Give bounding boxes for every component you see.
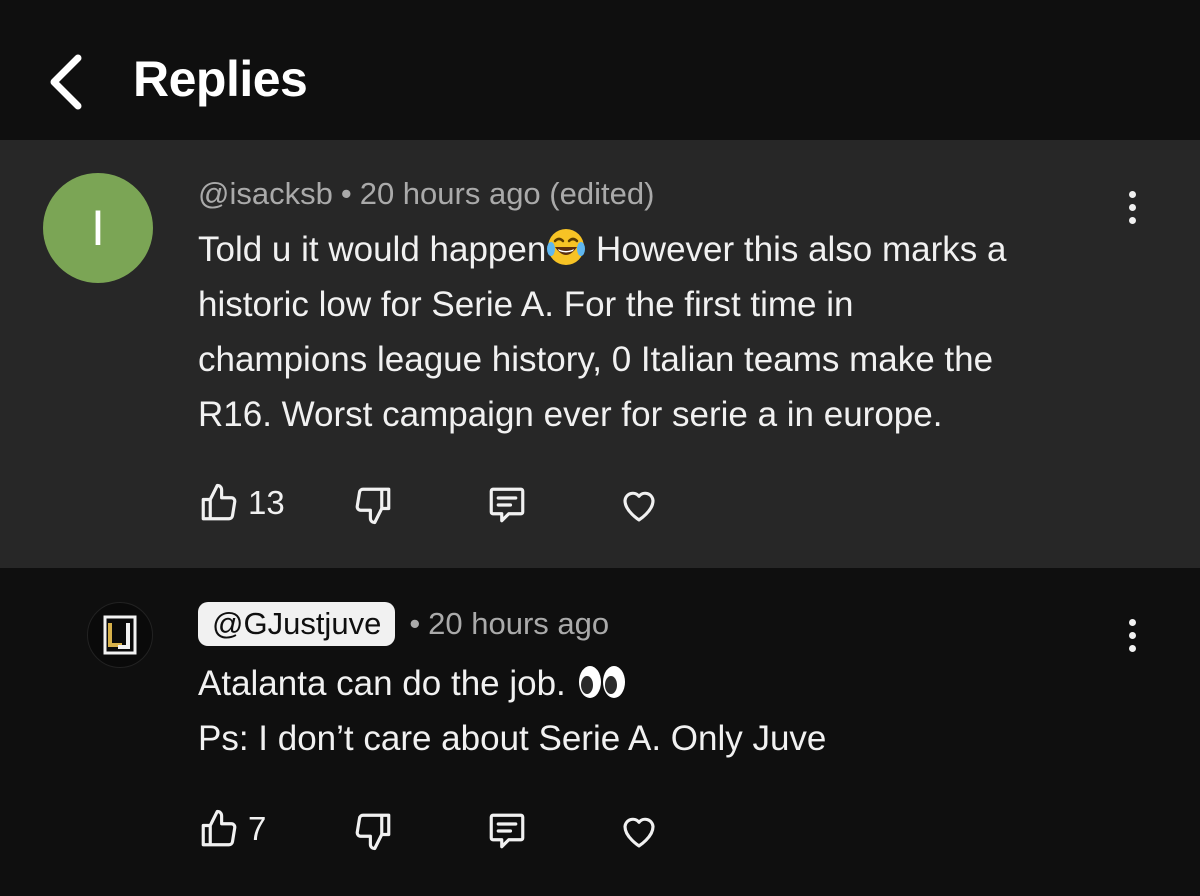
avatar[interactable] xyxy=(87,602,153,668)
heart-icon xyxy=(623,817,655,848)
more-dot xyxy=(1128,631,1136,639)
more-dot xyxy=(1128,190,1136,198)
reply-line: Ps: I don’t care about Serie A. Only Juv… xyxy=(198,719,827,758)
meta-separator: • xyxy=(340,176,352,211)
thumbs-up-icon xyxy=(201,809,237,847)
dislike-button[interactable] xyxy=(352,484,394,526)
reply-button[interactable] xyxy=(486,810,528,852)
header: Replies xyxy=(0,0,1200,140)
like-button[interactable]: 13 xyxy=(198,482,285,524)
reply-line: Atalanta can do the job. xyxy=(198,656,826,711)
comment-line: R16. Worst campaign ever for serie a in … xyxy=(198,395,943,434)
comment-icon xyxy=(489,487,525,523)
avatar-letter: I xyxy=(91,200,105,256)
like-count: 13 xyxy=(248,484,285,521)
comment-text: Told u it would happen However this also… xyxy=(198,222,1006,442)
like-button[interactable]: 7 xyxy=(198,808,266,850)
more-dot xyxy=(1128,203,1136,211)
comment-handle[interactable]: @isacksb xyxy=(198,176,333,211)
more-dot xyxy=(1128,644,1136,652)
reply-time: 20 hours ago xyxy=(428,606,610,641)
eyes-emoji-icon xyxy=(578,666,625,698)
heart-icon xyxy=(623,491,655,522)
reply-meta: @GJustjuve • 20 hours ago xyxy=(198,602,609,646)
more-dot xyxy=(1128,216,1136,224)
thumbs-down-icon xyxy=(355,813,391,851)
heart-button[interactable] xyxy=(617,484,661,526)
dislike-button[interactable] xyxy=(352,810,394,852)
comment-more-button[interactable] xyxy=(1117,182,1147,232)
reply-more-button[interactable] xyxy=(1117,610,1147,660)
comment-meta: @isacksb • 20 hours ago (edited) xyxy=(198,176,654,212)
channel-logo-icon xyxy=(103,615,137,655)
comment-line: historic low for Serie A. For the first … xyxy=(198,285,854,324)
thumbs-up-icon xyxy=(201,483,237,521)
back-button[interactable] xyxy=(36,50,96,114)
comment-icon xyxy=(489,813,525,849)
comment-line: Told u it would happen However this also… xyxy=(198,222,1006,277)
chevron-left-icon xyxy=(50,54,82,110)
avatar[interactable]: I xyxy=(43,173,153,283)
reply-button[interactable] xyxy=(486,484,528,526)
comment-line: champions league history, 0 Italian team… xyxy=(198,340,994,379)
more-dot xyxy=(1128,618,1136,626)
thumbs-down-icon xyxy=(355,487,391,525)
like-count: 7 xyxy=(248,810,267,847)
laughing-crying-emoji-icon xyxy=(547,229,586,265)
comment-time: 20 hours ago (edited) xyxy=(359,176,655,211)
meta-separator: • xyxy=(409,606,421,641)
reply-text: Atalanta can do the job. Ps: I don’t car… xyxy=(198,656,826,766)
page-title: Replies xyxy=(133,51,308,107)
reply-handle[interactable]: @GJustjuve xyxy=(198,602,396,646)
heart-button[interactable] xyxy=(617,810,661,852)
